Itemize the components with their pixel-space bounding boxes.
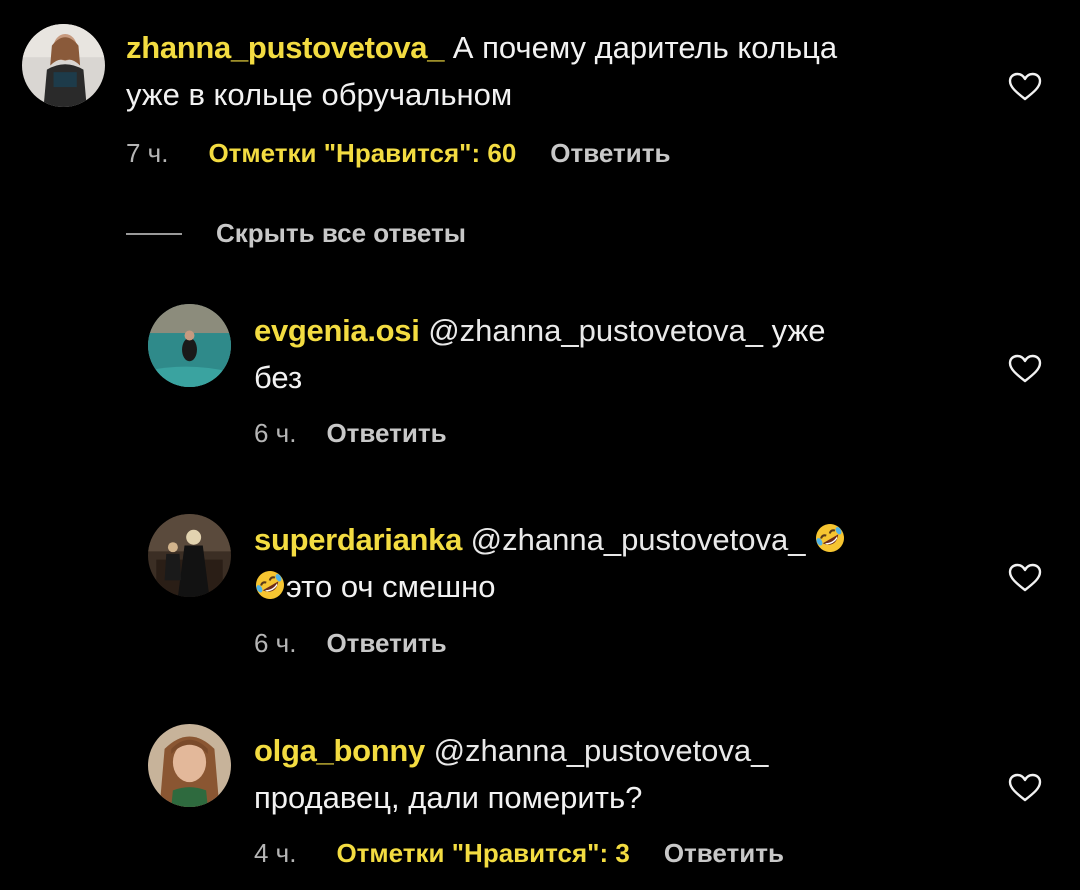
reply-meta: 4 ч. Отметки "Нравится": 3 Ответить bbox=[254, 838, 784, 869]
comment-meta: 7 ч. Отметки "Нравится": 60 Ответить bbox=[126, 138, 670, 169]
heart-outline-icon[interactable] bbox=[1008, 773, 1042, 803]
rolling-laughing-emoji-icon bbox=[814, 522, 846, 554]
comment-time: 7 ч. bbox=[126, 138, 169, 168]
hide-replies-label: Скрыть все ответы bbox=[216, 218, 466, 248]
avatar[interactable] bbox=[22, 24, 105, 107]
heart-outline-icon[interactable] bbox=[1008, 72, 1042, 102]
mention-link[interactable]: @zhanna_pustovetova_ bbox=[471, 522, 806, 557]
reply-button[interactable]: Ответить bbox=[326, 418, 446, 449]
reply-text-line2: это оч смешно bbox=[286, 569, 496, 604]
rolling-laughing-emoji-icon bbox=[254, 569, 286, 601]
mention-link[interactable]: @zhanna_pustovetova_ bbox=[434, 733, 769, 768]
mention-link[interactable]: @zhanna_pustovetova_ bbox=[428, 313, 763, 348]
comment-body: zhanna_pustovetova_ А почему даритель ко… bbox=[126, 24, 966, 118]
reply-button[interactable]: Ответить bbox=[326, 628, 446, 659]
reply-button[interactable]: Ответить bbox=[664, 838, 784, 869]
avatar[interactable] bbox=[148, 724, 231, 807]
reply-body: superdarianka @zhanna_pustovetova_ это о… bbox=[254, 516, 974, 610]
heart-outline-icon[interactable] bbox=[1008, 563, 1042, 593]
comment-text-line2: уже в кольце обручальном bbox=[126, 77, 513, 112]
reply-meta: 6 ч. Ответить bbox=[254, 418, 447, 449]
reply-time: 4 ч. bbox=[254, 838, 297, 868]
reply-time: 6 ч. bbox=[254, 418, 297, 448]
reply-likes[interactable]: Отметки "Нравится": 3 bbox=[336, 838, 629, 869]
reply-text-line2: без bbox=[254, 360, 303, 395]
hide-replies-button[interactable]: Скрыть все ответы bbox=[126, 218, 466, 249]
divider-line bbox=[126, 232, 182, 235]
reply-username[interactable]: superdarianka bbox=[254, 522, 462, 557]
comment-likes[interactable]: Отметки "Нравится": 60 bbox=[208, 138, 516, 169]
avatar[interactable] bbox=[148, 514, 231, 597]
reply-text: уже bbox=[771, 313, 826, 348]
heart-outline-icon[interactable] bbox=[1008, 354, 1042, 384]
reply-text-line2: продавец, дали померить? bbox=[254, 780, 643, 815]
reply-button[interactable]: Ответить bbox=[550, 138, 670, 169]
reply-meta: 6 ч. Ответить bbox=[254, 628, 447, 659]
comment-text-line1: А почему даритель кольца bbox=[452, 30, 838, 65]
reply-username[interactable]: olga_bonny bbox=[254, 733, 425, 768]
reply-body: olga_bonny @zhanna_pustovetova_ продавец… bbox=[254, 727, 974, 821]
avatar[interactable] bbox=[148, 304, 231, 387]
comment-username[interactable]: zhanna_pustovetova_ bbox=[126, 30, 444, 65]
reply-body: evgenia.osi @zhanna_pustovetova_ уже без bbox=[254, 307, 954, 401]
reply-time: 6 ч. bbox=[254, 628, 297, 658]
reply-username[interactable]: evgenia.osi bbox=[254, 313, 420, 348]
